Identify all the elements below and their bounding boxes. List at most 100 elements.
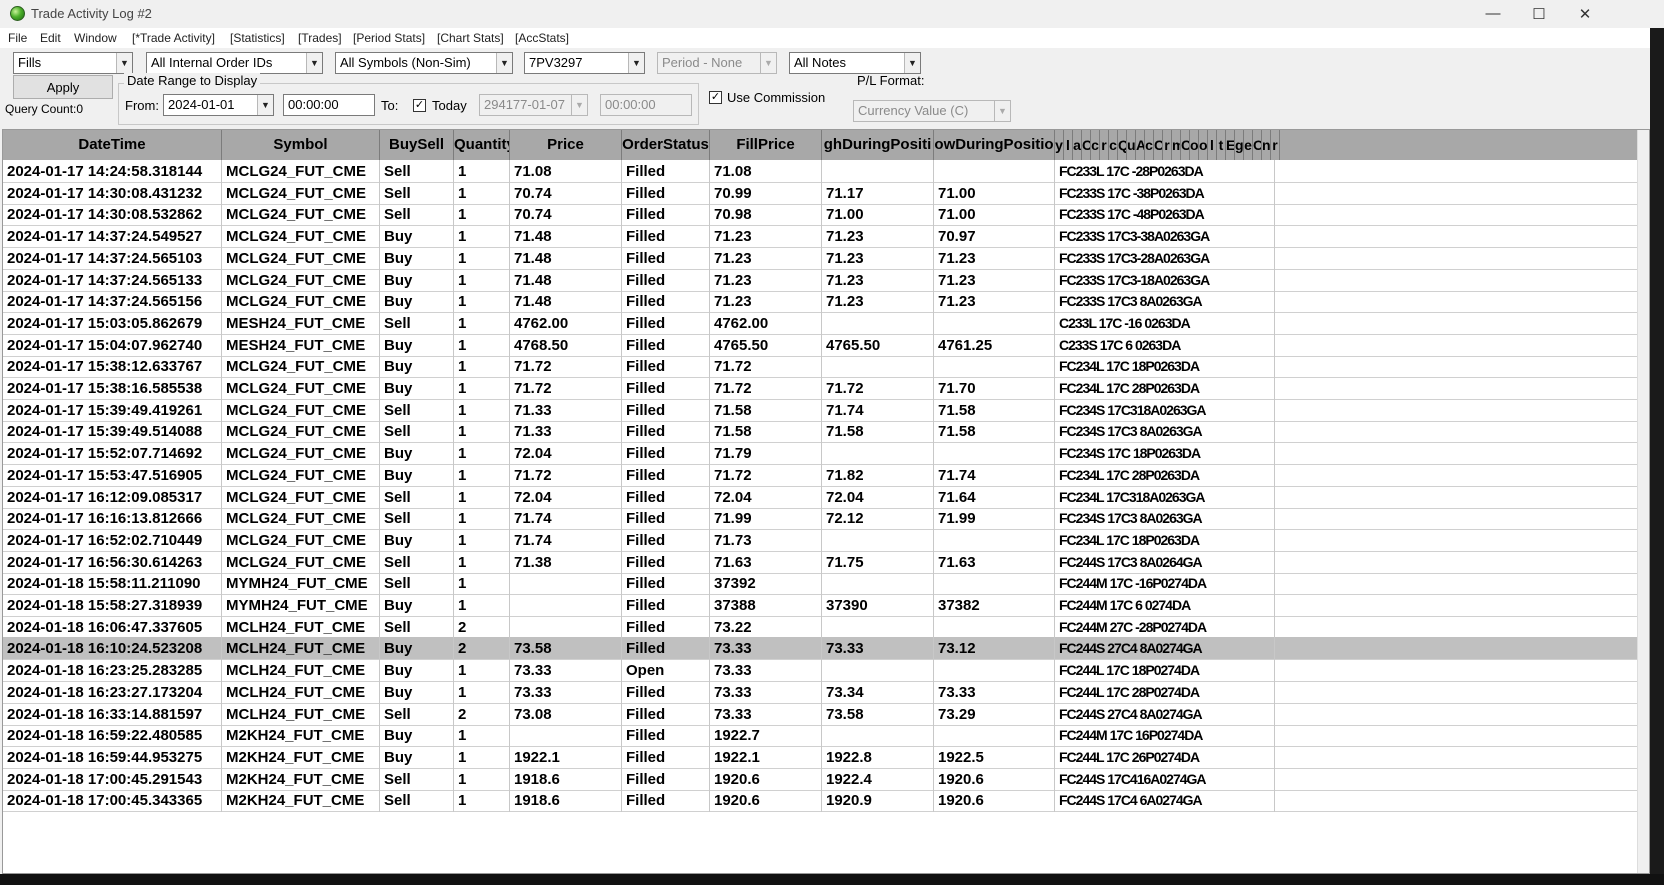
table-row[interactable]: 2024-01-17 14:37:24.565156 MCLG24_FUT_CME… — [3, 290, 1637, 314]
col-narrow-header[interactable]: l — [1208, 130, 1217, 160]
table-row[interactable]: 2024-01-17 16:52:02.710449 MCLG24_FUT_CME… — [3, 528, 1637, 552]
menu-statistics[interactable]: [Statistics] — [230, 31, 285, 45]
table-row[interactable]: 2024-01-18 15:58:27.318939 MYMH24_FUT_CME… — [3, 594, 1637, 617]
table-row[interactable]: 2024-01-17 14:30:08.431232 MCLG24_FUT_CME… — [3, 181, 1637, 205]
table-row[interactable]: 2024-01-17 16:12:09.085317 MCLG24_FUT_CME… — [3, 485, 1637, 509]
cell-price: 72.04 — [510, 442, 622, 466]
cell-fill: 71.23 — [710, 246, 822, 270]
col-narrow-header[interactable]: r — [1100, 130, 1109, 160]
vertical-scrollbar[interactable] — [1637, 130, 1649, 873]
col-narrow-header[interactable]: c — [1145, 130, 1154, 160]
col-narrow-header[interactable]: o — [1199, 130, 1208, 160]
col-high-during-position-header[interactable]: ghDuringPositi — [822, 130, 934, 160]
symbols-select[interactable]: All Symbols (Non-Sim) ▼ — [335, 52, 513, 74]
cell-price: 71.74 — [510, 507, 622, 531]
table-row[interactable]: 2024-01-17 14:30:08.532862 MCLG24_FUT_CME… — [3, 203, 1637, 227]
col-narrow-header[interactable]: l — [1064, 130, 1073, 160]
col-narrow-header[interactable]: A — [1136, 130, 1145, 160]
today-checkbox[interactable]: ✓ — [413, 99, 426, 112]
table-row[interactable]: 2024-01-17 14:37:24.565133 MCLG24_FUT_CME… — [3, 268, 1637, 292]
cell-dt: 2024-01-18 16:59:44.953275 — [3, 745, 222, 769]
table-row[interactable]: 2024-01-18 15:58:11.211090 MYMH24_FUT_CME… — [3, 572, 1637, 596]
col-narrow-header[interactable]: C — [1154, 130, 1163, 160]
minimize-button[interactable]: — — [1470, 0, 1516, 27]
table-row[interactable]: 2024-01-17 15:39:49.419261 MCLG24_FUT_CME… — [3, 398, 1637, 422]
table-row[interactable]: 2024-01-17 16:56:30.614263 MCLG24_FUT_CME… — [3, 550, 1637, 574]
col-narrow-header[interactable]: m — [1172, 130, 1181, 160]
col-narrow-header[interactable]: r — [1163, 130, 1172, 160]
table-row[interactable]: 2024-01-17 15:38:16.585538 MCLG24_FUT_CME… — [3, 377, 1637, 400]
table-row[interactable]: 2024-01-18 16:33:14.881597 MCLH24_FUT_CME… — [3, 702, 1637, 726]
menu-chart-stats[interactable]: [Chart Stats] — [437, 31, 504, 45]
col-symbol-header[interactable]: Symbol — [222, 130, 380, 160]
table-row[interactable]: 2024-01-17 15:52:07.714692 MCLG24_FUT_CME… — [3, 442, 1637, 466]
table-row[interactable]: 2024-01-17 15:03:05.862679 MESH24_FUT_CME… — [3, 311, 1637, 335]
from-time-input[interactable]: 00:00:00 — [283, 94, 375, 116]
notes-select[interactable]: All Notes ▼ — [789, 52, 921, 74]
col-narrow-header[interactable]: Q — [1118, 130, 1127, 160]
account-select[interactable]: 7PV3297 ▼ — [524, 52, 645, 74]
menu-file[interactable]: File — [8, 31, 27, 45]
table-row[interactable]: 2024-01-18 17:00:45.343365 M2KH24_FUT_CME… — [3, 789, 1637, 813]
table-row[interactable]: 2024-01-18 16:23:25.283285 MCLH24_FUT_CME… — [3, 659, 1637, 683]
col-narrow-header[interactable]: t — [1217, 130, 1226, 160]
col-narrow-header[interactable]: C — [1082, 130, 1091, 160]
table-row[interactable]: 2024-01-18 16:59:22.480585 M2KH24_FUT_CME… — [3, 724, 1637, 748]
chevron-down-icon[interactable]: ▼ — [628, 53, 644, 73]
table-row[interactable]: 2024-01-17 15:39:49.514088 MCLG24_FUT_CME… — [3, 420, 1637, 444]
col-narrow-header[interactable]: u — [1127, 130, 1136, 160]
apply-button[interactable]: Apply — [13, 75, 113, 99]
title-bar[interactable]: Trade Activity Log #2 — ☐ ✕ — [0, 0, 1664, 27]
table-row[interactable]: 2024-01-18 16:06:47.337605 MCLH24_FUT_CME… — [3, 615, 1637, 639]
chevron-down-icon[interactable]: ▼ — [116, 53, 132, 73]
chevron-down-icon[interactable]: ▼ — [496, 53, 512, 73]
table-row[interactable]: 2024-01-18 17:00:45.291543 M2KH24_FUT_CME… — [3, 767, 1637, 791]
cell-dt: 2024-01-17 15:38:12.633767 — [3, 355, 222, 379]
chevron-down-icon[interactable]: ▼ — [904, 53, 920, 73]
table-row[interactable]: 2024-01-17 14:37:24.549527 MCLG24_FUT_CME… — [3, 225, 1637, 249]
col-narrow-header[interactable]: O — [1253, 130, 1262, 160]
col-narrow-header[interactable]: y — [1055, 130, 1064, 160]
close-button[interactable]: ✕ — [1562, 0, 1608, 27]
col-fillprice-header[interactable]: FillPrice — [710, 130, 822, 160]
use-commission-checkbox[interactable]: ✓ — [709, 91, 722, 104]
col-narrow-header[interactable]: g — [1235, 130, 1244, 160]
col-narrow-header[interactable]: a — [1073, 130, 1082, 160]
col-datetime-header[interactable]: DateTime — [3, 130, 222, 160]
col-narrow-header[interactable]: n — [1262, 130, 1271, 160]
table-row[interactable]: 2024-01-17 15:53:47.516905 MCLG24_FUT_CME… — [3, 463, 1637, 487]
chevron-down-icon[interactable]: ▼ — [257, 95, 273, 115]
menu-trade-activity[interactable]: [*Trade Activity] — [132, 31, 215, 45]
col-narrow-header[interactable]: E — [1226, 130, 1235, 160]
maximize-button[interactable]: ☐ — [1516, 0, 1562, 27]
col-price-header[interactable]: Price — [510, 130, 622, 160]
table-row[interactable]: 2024-01-17 14:37:24.565103 MCLG24_FUT_CME… — [3, 246, 1637, 270]
table-row[interactable]: 2024-01-18 16:59:44.953275 M2KH24_FUT_CME… — [3, 745, 1637, 769]
col-orderstatus-header[interactable]: OrderStatus — [622, 130, 710, 160]
col-narrow-header[interactable]: C — [1181, 130, 1190, 160]
menu-edit[interactable]: Edit — [40, 31, 61, 45]
col-narrow-header[interactable]: e — [1244, 130, 1253, 160]
table-row[interactable]: 2024-01-18 16:10:24.523208 MCLH24_FUT_CME… — [3, 637, 1637, 661]
col-buysell-header[interactable]: BuySell — [380, 130, 454, 160]
col-narrow-header[interactable]: c — [1091, 130, 1100, 160]
table-row[interactable]: 2024-01-18 16:23:27.173204 MCLH24_FUT_CME… — [3, 680, 1637, 704]
from-date-picker[interactable]: 2024-01-01 ▼ — [163, 94, 274, 116]
table-row[interactable]: 2024-01-17 15:38:12.633767 MCLG24_FUT_CME… — [3, 355, 1637, 379]
col-quantity-header[interactable]: Quantity — [454, 130, 510, 160]
col-narrow-header[interactable]: c — [1109, 130, 1118, 160]
table-row[interactable]: 2024-01-17 16:16:13.812666 MCLG24_FUT_CME… — [3, 507, 1637, 531]
chevron-down-icon[interactable]: ▼ — [306, 53, 322, 73]
col-narrow-header[interactable]: o — [1190, 130, 1199, 160]
table-row[interactable]: 2024-01-17 14:24:58.318144 MCLG24_FUT_CME… — [3, 160, 1637, 183]
trade-activity-grid[interactable]: DateTime Symbol BuySell Quantity Price OrderS… — [2, 129, 1650, 874]
table-row[interactable]: 2024-01-17 15:04:07.962740 MESH24_FUT_CME… — [3, 333, 1637, 357]
col-narrow-header[interactable]: r — [1271, 130, 1280, 160]
col-low-during-position-header[interactable]: owDuringPositio — [934, 130, 1055, 160]
menu-period-stats[interactable]: [Period Stats] — [353, 31, 425, 45]
menu-window[interactable]: Window — [74, 31, 117, 45]
menu-accstats[interactable]: [AccStats] — [515, 31, 569, 45]
order-ids-select[interactable]: All Internal Order IDs ▼ — [146, 52, 323, 74]
menu-trades[interactable]: [Trades] — [298, 31, 342, 45]
type-select[interactable]: Fills ▼ — [13, 52, 133, 74]
